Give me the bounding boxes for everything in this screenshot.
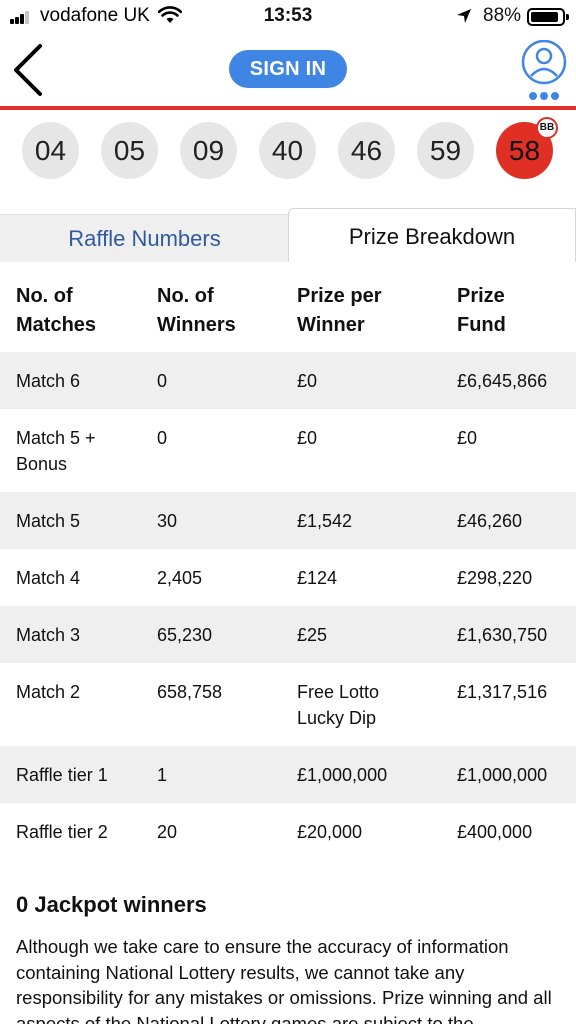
cell-prize-per-winner: £25 [297, 625, 328, 645]
table-row: Raffle tier 1 1 £1,000,000 £1,000,000 [0, 746, 576, 803]
battery-icon [527, 8, 569, 26]
cell-prize-per-winner: £0 [297, 371, 318, 391]
cell-prize-per-winner: £0 [297, 428, 318, 448]
cell-prize-fund: £6,645,866 [457, 371, 548, 391]
cell-prize-fund: £1,630,750 [457, 625, 548, 645]
ball-4: 40 [259, 122, 316, 179]
result-tabs: Raffle Numbers Prize Breakdown [0, 208, 576, 262]
cell-matches: Match 4 [16, 568, 81, 588]
table-header: No. of Matches No. of Winners Prize per … [0, 262, 576, 352]
bonus-ball-badge: BB [536, 117, 558, 139]
ball-6: 59 [417, 122, 474, 179]
cell-prize-fund: £0 [457, 428, 478, 448]
ball-3: 09 [180, 122, 237, 179]
cell-prize-per-winner: £124 [297, 568, 338, 588]
cell-winners: 20 [157, 822, 178, 842]
chevron-left-icon[interactable] [10, 42, 46, 98]
tab-prize-breakdown[interactable]: Prize Breakdown [288, 208, 576, 262]
cell-matches: Match 5 + Bonus [16, 428, 96, 474]
table-row: Match 2 658,758 Free Lotto Lucky Dip £1,… [0, 663, 576, 746]
battery-percent: 88% [483, 5, 522, 26]
cell-prize-fund: £1,000,000 [457, 765, 548, 785]
disclaimer-text: Although we take care to ensure the accu… [16, 936, 552, 1024]
app-header: SIGN IN [0, 34, 576, 106]
cell-winners: 1 [157, 765, 168, 785]
cell-winners: 2,405 [157, 568, 203, 588]
cell-winners: 30 [157, 511, 178, 531]
table-row: Match 4 2,405 £124 £298,220 [0, 549, 576, 606]
cell-prize-per-winner: £1,000,000 [297, 765, 388, 785]
cell-prize-per-winner: £1,542 [297, 511, 353, 531]
header-matches: No. of Matches [16, 285, 97, 336]
cell-prize-fund: £1,317,516 [457, 682, 548, 702]
ball-2: 05 [101, 122, 158, 179]
cell-winners: 658,758 [157, 682, 223, 702]
cell-prize-fund: £298,220 [457, 568, 533, 588]
table-row: Match 5 30 £1,542 £46,260 [0, 492, 576, 549]
cell-prize-fund: £400,000 [457, 822, 533, 842]
cell-prize-fund: £46,260 [457, 511, 523, 531]
cell-prize-per-winner: Free Lotto Lucky Dip [297, 682, 380, 728]
header-divider [0, 106, 576, 110]
table-row: Match 5 + Bonus 0 £0 £0 [0, 409, 576, 492]
cell-matches: Raffle tier 1 [16, 765, 108, 785]
user-account-icon[interactable] [519, 40, 569, 102]
cell-winners: 65,230 [157, 625, 213, 645]
cell-matches: Match 6 [16, 371, 81, 391]
cell-prize-per-winner: £20,000 [297, 822, 363, 842]
cell-matches: Match 3 [16, 625, 81, 645]
header-prize-fund: Prize Fund [457, 285, 506, 336]
header-winners: No. of Winners [157, 285, 236, 336]
ball-1: 04 [22, 122, 79, 179]
cell-matches: Match 2 [16, 682, 81, 702]
table-row: Raffle tier 2 20 £20,000 £400,000 [0, 803, 576, 860]
status-bar: vodafone UK 13:53 88% [0, 0, 576, 34]
cell-winners: 0 [157, 428, 168, 448]
header-prize-per-winner: Prize per Winner [297, 285, 382, 336]
ball-5: 46 [338, 122, 395, 179]
sign-in-button[interactable]: SIGN IN [229, 50, 347, 88]
prize-breakdown-table: No. of Matches No. of Winners Prize per … [0, 262, 576, 860]
table-row: Match 3 65,230 £25 £1,630,750 [0, 606, 576, 663]
cell-matches: Match 5 [16, 511, 81, 531]
table-row: Match 6 0 £0 £6,645,866 [0, 352, 576, 409]
drawn-balls: 04 05 09 40 46 59 58 [0, 122, 576, 179]
cell-matches: Raffle tier 2 [16, 822, 108, 842]
location-arrow-icon [457, 9, 471, 23]
tab-raffle-numbers[interactable]: Raffle Numbers [0, 214, 289, 262]
jackpot-winners-heading: 0 Jackpot winners [16, 892, 207, 917]
cell-winners: 0 [157, 371, 168, 391]
